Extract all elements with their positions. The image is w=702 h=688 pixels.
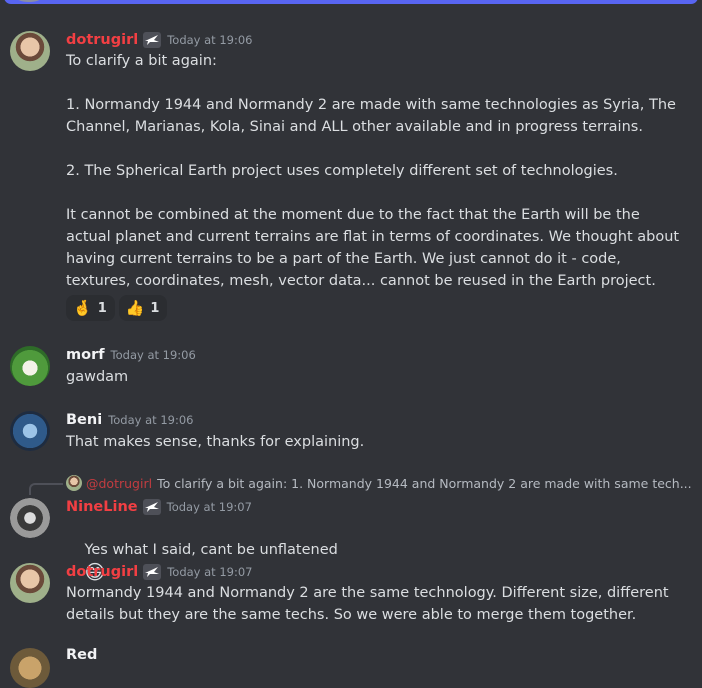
jump-bar[interactable] [4, 0, 698, 4]
avatar[interactable] [10, 346, 50, 386]
reply-snippet[interactable]: To clarify a bit again: 1. Normandy 1944… [157, 476, 692, 491]
message-header: dotrugirl Today at 19:06 [66, 29, 253, 51]
avatar [66, 475, 82, 491]
avatar[interactable] [10, 563, 50, 603]
thumbs-up-icon: 👍 [125, 299, 145, 317]
message-header: morf Today at 19:06 [66, 344, 196, 366]
username[interactable]: dotrugirl [66, 32, 138, 48]
reply-banner [0, 0, 702, 5]
reaction-crossed-fingers[interactable]: 🤞 1 [66, 295, 115, 321]
username[interactable]: Red [66, 647, 97, 663]
timestamp[interactable]: Today at 19:06 [111, 348, 196, 362]
avatar[interactable] [10, 498, 50, 538]
reply-preview[interactable]: @dotrugirl To clarify a bit again: 1. No… [66, 474, 692, 492]
avatar[interactable] [10, 411, 50, 451]
avatar[interactable] [10, 648, 50, 688]
avatar[interactable] [10, 31, 50, 71]
reply-author[interactable]: @dotrugirl [86, 476, 152, 491]
message-text: gawdam [66, 369, 129, 385]
username[interactable]: morf [66, 347, 105, 363]
timestamp[interactable]: Today at 19:06 [108, 413, 193, 427]
message-body: Yes what I said, cant be unflatened [84, 542, 338, 558]
message-header: Beni Today at 19:06 [66, 409, 193, 431]
jet-icon[interactable] [143, 564, 162, 580]
reactions: 🤞 1 👍 1 [66, 295, 168, 321]
timestamp[interactable]: Today at 19:07 [167, 565, 252, 579]
username[interactable]: Beni [66, 412, 102, 428]
username[interactable]: dotrugirl [66, 564, 138, 580]
username[interactable]: NineLine [66, 499, 138, 515]
message-text: That makes sense, thanks for explaining. [66, 434, 365, 450]
reaction-count: 1 [150, 300, 160, 316]
message-header: dotrugirl Today at 19:07 [66, 561, 253, 583]
jet-icon[interactable] [143, 32, 162, 48]
timestamp[interactable]: Today at 19:07 [167, 500, 252, 514]
message-header: Red [66, 644, 97, 666]
message-header: NineLine Today at 19:07 [66, 496, 252, 518]
reaction-thumbs-up[interactable]: 👍 1 [118, 295, 168, 321]
reaction-count: 1 [97, 300, 107, 316]
message-text: Normandy 1944 and Normandy 2 are the sam… [66, 585, 674, 623]
jet-icon[interactable] [142, 499, 161, 515]
crossed-fingers-icon: 🤞 [73, 299, 92, 317]
timestamp[interactable]: Today at 19:06 [167, 33, 252, 47]
message-text: To clarify a bit again: 1. Normandy 1944… [66, 53, 680, 289]
reply-connector [29, 483, 63, 495]
